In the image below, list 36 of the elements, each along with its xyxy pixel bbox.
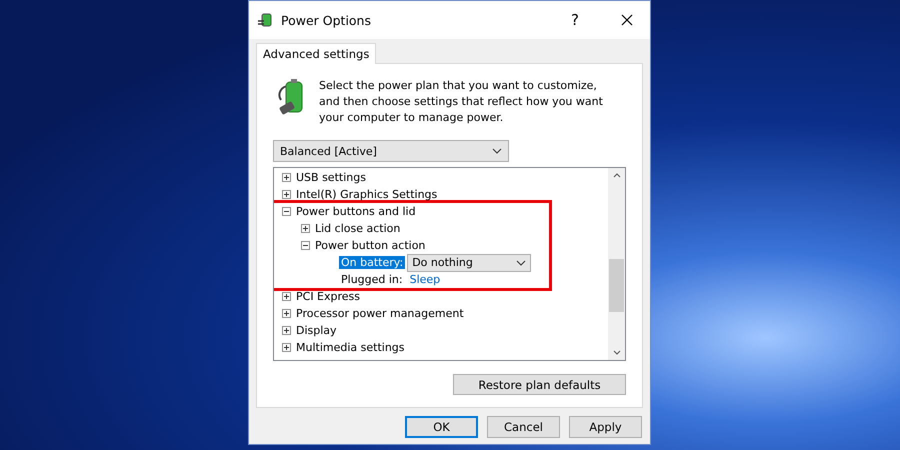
setting-link[interactable]: Sleep bbox=[410, 273, 440, 286]
intro-text: Select the power plan that you want to customize, and then choose settings that reflect how you want your computer to manage power. bbox=[319, 78, 604, 126]
scrollbar-thumb[interactable] bbox=[609, 259, 624, 312]
tree-item[interactable]: Processor power management bbox=[296, 307, 464, 320]
tree-item[interactable]: PCI Express bbox=[296, 290, 360, 303]
expand-icon[interactable] bbox=[282, 173, 291, 182]
setting-label[interactable]: Plugged in: bbox=[339, 273, 405, 286]
tree-item[interactable]: Lid close action bbox=[315, 222, 400, 235]
window-title: Power Options bbox=[281, 12, 372, 28]
chevron-down-icon bbox=[516, 260, 526, 266]
collapse-icon[interactable] bbox=[282, 207, 291, 216]
tree-item[interactable]: Multimedia settings bbox=[296, 341, 405, 354]
setting-label[interactable]: On battery: bbox=[339, 256, 406, 269]
tree-item[interactable]: Power button action bbox=[315, 239, 426, 252]
expand-icon[interactable] bbox=[282, 326, 291, 335]
tree-item[interactable]: USB settings bbox=[296, 171, 366, 184]
dialog-button[interactable]: Apply bbox=[569, 416, 642, 438]
tree-item[interactable]: Display bbox=[296, 324, 337, 337]
dialog-button[interactable]: Cancel bbox=[487, 416, 560, 438]
dialog-button[interactable]: OK bbox=[405, 416, 478, 438]
tree-item[interactable]: Intel(R) Graphics Settings bbox=[296, 188, 438, 201]
restore-defaults-button[interactable]: Restore plan defaults bbox=[453, 374, 626, 395]
tree-item[interactable]: Power buttons and lid bbox=[296, 205, 416, 218]
expand-icon[interactable] bbox=[282, 292, 291, 301]
expand-icon[interactable] bbox=[282, 190, 291, 199]
scrollbar[interactable] bbox=[608, 168, 625, 360]
tab[interactable]: Advanced settings bbox=[256, 43, 376, 64]
collapse-icon[interactable] bbox=[301, 241, 310, 250]
expand-icon[interactable] bbox=[301, 224, 310, 233]
setting-dropdown[interactable]: Do nothing bbox=[407, 254, 532, 272]
expand-icon[interactable] bbox=[282, 309, 291, 318]
plan-dropdown[interactable]: Balanced [Active] bbox=[273, 140, 509, 162]
chevron-down-icon bbox=[492, 148, 502, 154]
close-icon bbox=[621, 14, 633, 26]
expand-icon[interactable] bbox=[282, 343, 291, 352]
help-button[interactable]: ? bbox=[552, 1, 598, 39]
